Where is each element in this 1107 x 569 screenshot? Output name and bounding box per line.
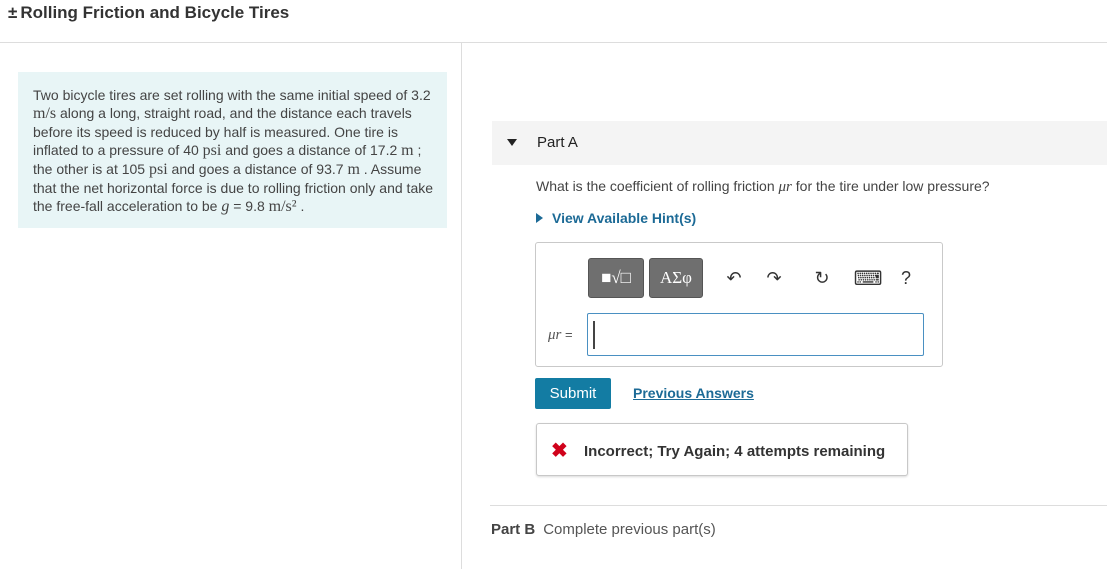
previous-answers-link[interactable]: Previous Answers: [633, 385, 754, 401]
text-caret: [593, 321, 595, 349]
page-title: ± Rolling Friction and Bicycle Tires: [8, 3, 290, 22]
incorrect-x-icon: ✖: [551, 440, 568, 462]
feedback-message: Incorrect; Try Again; 4 attempts remaini…: [584, 443, 886, 460]
expand-triangle-icon: [536, 213, 543, 223]
view-hints-link[interactable]: View Available Hint(s): [536, 210, 696, 226]
feedback-box: ✖ Incorrect; Try Again; 4 attempts remai…: [536, 423, 908, 476]
part-a-header[interactable]: Part A: [492, 121, 1107, 165]
help-icon[interactable]: ?: [896, 258, 916, 298]
column-divider: [461, 43, 462, 569]
part-a-label: Part A: [537, 134, 578, 151]
part-b-row: Part B Complete previous part(s): [491, 521, 716, 538]
plus-minus-icon: ±: [8, 3, 18, 22]
answer-box: ■√□ ΑΣφ ↶ ↷ ↻ ⌨ ? μr =: [535, 242, 943, 367]
submit-button[interactable]: Submit: [535, 378, 611, 409]
reset-icon[interactable]: ↻: [810, 258, 834, 298]
question-text: What is the coefficient of rolling frict…: [536, 178, 990, 195]
part-b-label: Part B: [491, 521, 536, 538]
part-b-status: Complete previous part(s): [543, 521, 716, 538]
answer-input[interactable]: [587, 313, 924, 356]
mu-symbol: μr: [778, 179, 792, 195]
keyboard-icon[interactable]: ⌨: [850, 258, 886, 298]
problem-statement: Two bicycle tires are set rolling with t…: [18, 72, 447, 228]
answer-label: μr =: [548, 327, 573, 343]
greek-symbols-button[interactable]: ΑΣφ: [649, 258, 703, 298]
collapse-triangle-icon[interactable]: [507, 139, 517, 146]
page-header: ± Rolling Friction and Bicycle Tires: [0, 0, 1107, 43]
undo-icon[interactable]: ↶: [722, 258, 746, 298]
templates-button[interactable]: ■√□: [588, 258, 644, 298]
part-b-divider: [490, 505, 1107, 506]
redo-icon[interactable]: ↷: [762, 258, 786, 298]
